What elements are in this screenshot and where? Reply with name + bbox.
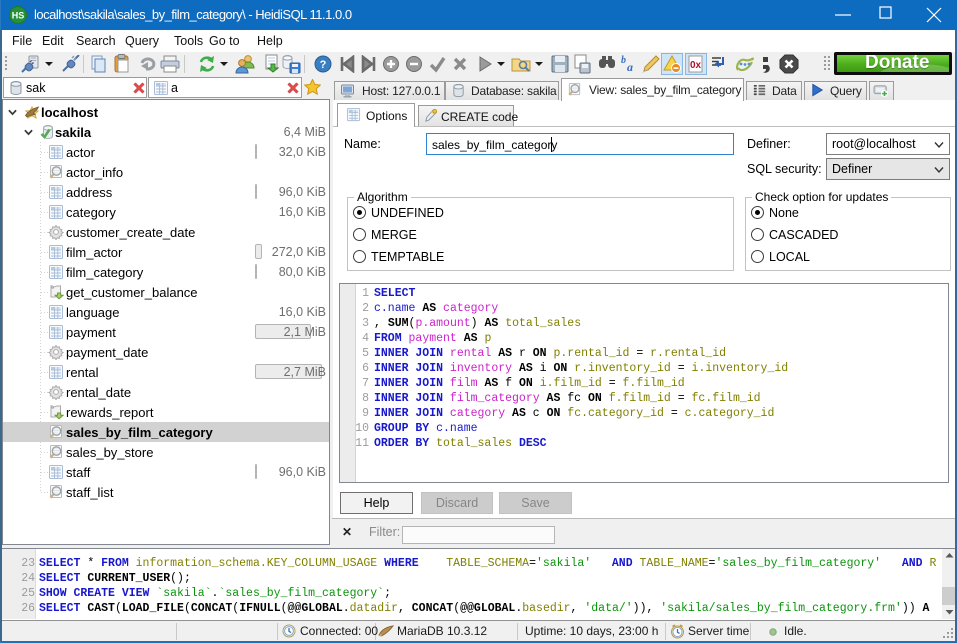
- svg-text:a: a: [627, 60, 633, 74]
- svg-text:HS: HS: [12, 11, 25, 21]
- svg-text:0x: 0x: [690, 60, 702, 71]
- svg-text:?: ?: [320, 59, 327, 71]
- svg-text:b: b: [621, 55, 626, 66]
